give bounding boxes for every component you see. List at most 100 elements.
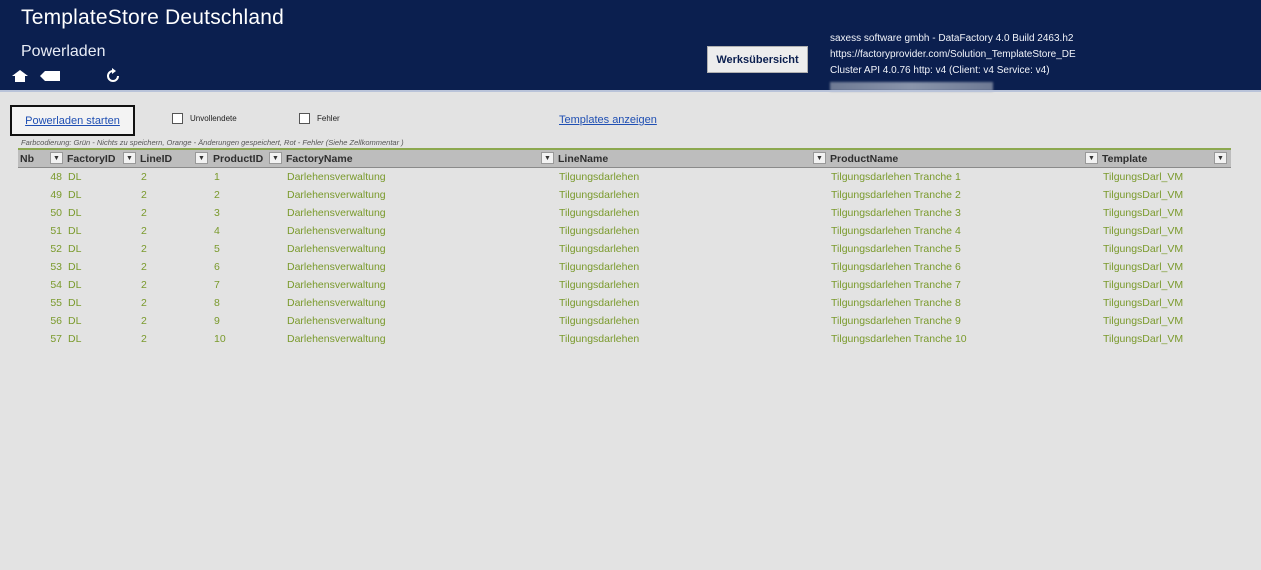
table-row[interactable]: 52 DL 2 5 Darlehensverwaltung Tilgungsda… (18, 240, 1231, 258)
table-body: 4 8 DL 2 1 Darlehensverwaltung Tilgungsda… (18, 168, 1231, 348)
cell-factoryname: Darlehensverwaltung (287, 297, 386, 309)
column-header-label: FactoryName (286, 152, 353, 165)
column-header-label: LineName (558, 152, 609, 165)
cell-factoryid: DL (68, 297, 82, 309)
cell-productid: 10 (214, 333, 226, 345)
cell-productname: Tilgungsdarlehen Tranche 7 (831, 279, 961, 291)
column-header-label: ProductName (830, 152, 899, 165)
cell-factoryname: Darlehensverwaltung (287, 243, 386, 255)
cell-factoryid: DL (68, 333, 82, 345)
checkbox-box[interactable] (172, 113, 183, 124)
cell-lineid: 2 (141, 171, 147, 183)
cell-factoryid: DL (68, 261, 82, 273)
server-info-line: saxess software gmbh - DataFactory 4.0 B… (830, 33, 1074, 44)
server-info-line: Cluster API 4.0.76 http: v4 (Client: v4 … (830, 65, 1050, 76)
table-header: Nb ▼ FactoryID ▼ LineID ▼ ProductID ▼ Fa… (18, 150, 1231, 168)
cell-factoryid: DL (68, 243, 82, 255)
cell-template: TilgungsDarl_VM (1103, 279, 1184, 291)
cell-factoryid: DL (68, 315, 82, 327)
cell-template: TilgungsDarl_VM (1103, 207, 1184, 219)
table-row[interactable]: 51 DL 2 4 Darlehensverwaltung Tilgungsda… (18, 222, 1231, 240)
cell-productname: Tilgungsdarlehen Tranche 1 (831, 171, 961, 183)
checkbox-label: Unvollendete (190, 114, 237, 123)
cell-nb: 50 (50, 207, 62, 219)
cell-template: TilgungsDarl_VM (1103, 171, 1184, 183)
cell-factoryname: Darlehensverwaltung (287, 315, 386, 327)
column-header-label: LineID (140, 152, 173, 165)
column-header-template: Template (1100, 150, 1231, 167)
cell-linename: Tilgungsdarlehen (559, 171, 640, 183)
app-header: TemplateStore Deutschland Powerladen Wer… (0, 0, 1261, 91)
filter-dropdown-nb[interactable]: ▼ (50, 152, 63, 164)
cell-factoryname: Darlehensverwaltung (287, 225, 386, 237)
column-header-productname: ProductName (828, 150, 1100, 167)
refresh-icon[interactable] (104, 68, 122, 84)
table-row[interactable]: 53 DL 2 6 Darlehensverwaltung Tilgungsda… (18, 258, 1231, 276)
powerladen-start-box[interactable]: Powerladen starten (10, 105, 135, 136)
cell-linename: Tilgungsdarlehen (559, 297, 640, 309)
cell-factoryname: Darlehensverwaltung (287, 171, 386, 183)
table-row[interactable]: 56 DL 2 9 Darlehensverwaltung Tilgungsda… (18, 312, 1231, 330)
cell-productid: 4 (214, 225, 220, 237)
cell-factoryid: DL (68, 225, 82, 237)
cell-nb: 57 (50, 333, 62, 345)
column-header-factoryname: FactoryName (284, 150, 556, 167)
cell-nb: 51 (50, 225, 62, 237)
cell-nb: 52 (50, 243, 62, 255)
cell-productname: Tilgungsdarlehen Tranche 2 (831, 189, 961, 201)
cell-productname: Tilgungsdarlehen Tranche 10 (831, 333, 967, 345)
cell-nb: 55 (50, 297, 62, 309)
powerladen-start-link[interactable]: Powerladen starten (25, 115, 120, 127)
checkbox-fehler[interactable]: Fehler (299, 113, 340, 124)
cell-linename: Tilgungsdarlehen (559, 315, 640, 327)
cell-factoryid: DL (68, 207, 82, 219)
cell-template: TilgungsDarl_VM (1103, 315, 1184, 327)
filter-dropdown-lineid[interactable]: ▼ (195, 152, 208, 164)
cell-nb: 53 (50, 261, 62, 273)
filter-dropdown-productname[interactable]: ▼ (1085, 152, 1098, 164)
table-row[interactable]: 48 DL 2 1 Darlehensverwaltung Tilgungsda… (18, 168, 1231, 186)
filter-dropdown-factoryid[interactable]: ▼ (123, 152, 136, 164)
checkbox-unvollendete[interactable]: Unvollendete (172, 113, 237, 124)
home-icon[interactable] (11, 68, 29, 84)
cell-lineid: 2 (141, 333, 147, 345)
cell-factoryid: DL (68, 189, 82, 201)
werksuebersicht-button[interactable]: Werksübersicht (707, 46, 808, 73)
cell-nb: 56 (50, 315, 62, 327)
table-row[interactable]: 50 DL 2 3 Darlehensverwaltung Tilgungsda… (18, 204, 1231, 222)
cell-lineid: 2 (141, 207, 147, 219)
cell-factoryname: Darlehensverwaltung (287, 261, 386, 273)
checkbox-box[interactable] (299, 113, 310, 124)
checkbox-label: Fehler (317, 114, 340, 123)
cell-lineid: 2 (141, 225, 147, 237)
server-info: saxess software gmbh - DataFactory 4.0 B… (830, 31, 1076, 91)
templates-anzeigen-link[interactable]: Templates anzeigen (559, 114, 657, 126)
color-legend: Farbcodierung: Grün - Nichts zu speicher… (21, 138, 404, 147)
table-row[interactable]: 57 DL 2 10 Darlehensverwaltung Tilgungsd… (18, 330, 1231, 348)
filter-dropdown-productid[interactable]: ▼ (269, 152, 282, 164)
cell-factoryid: DL (68, 279, 82, 291)
cell-productid: 2 (214, 189, 220, 201)
products-table: Nb ▼ FactoryID ▼ LineID ▼ ProductID ▼ Fa… (18, 148, 1231, 348)
cell-lineid: 2 (141, 315, 147, 327)
cell-template: TilgungsDarl_VM (1103, 333, 1184, 345)
cell-nb: 49 (50, 189, 62, 201)
cell-template: TilgungsDarl_VM (1103, 261, 1184, 273)
cell-linename: Tilgungsdarlehen (559, 243, 640, 255)
cell-productid: 1 (214, 171, 220, 183)
cell-productid: 8 (214, 297, 220, 309)
column-header-label: Nb (20, 152, 34, 165)
cell-productname: Tilgungsdarlehen Tranche 3 (831, 207, 961, 219)
column-header-label: ProductID (213, 152, 264, 165)
back-tag-icon[interactable] (39, 68, 61, 84)
cell-linename: Tilgungsdarlehen (559, 279, 640, 291)
filter-active-icon[interactable]: ▼ (1214, 152, 1227, 164)
table-row[interactable]: 54 DL 2 7 Darlehensverwaltung Tilgungsda… (18, 276, 1231, 294)
cell-template: TilgungsDarl_VM (1103, 225, 1184, 237)
cell-lineid: 2 (141, 189, 147, 201)
table-row[interactable]: 49 DL 2 2 Darlehensverwaltung Tilgungsda… (18, 186, 1231, 204)
filter-dropdown-linename[interactable]: ▼ (813, 152, 826, 164)
table-row[interactable]: 55 DL 2 8 Darlehensverwaltung Tilgungsda… (18, 294, 1231, 312)
filter-dropdown-factoryname[interactable]: ▼ (541, 152, 554, 164)
app-title: TemplateStore Deutschland (21, 6, 284, 29)
